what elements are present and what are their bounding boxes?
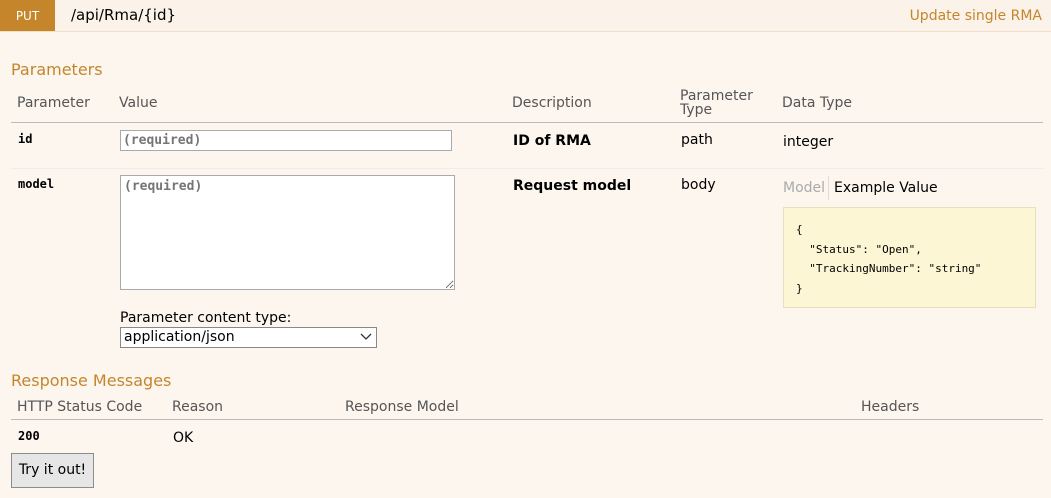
param-name-id: id	[18, 132, 33, 146]
col-description: Description	[512, 95, 592, 111]
content-type-select[interactable]: application/json	[120, 327, 377, 348]
parameters-title: Parameters	[11, 60, 103, 79]
model-textarea[interactable]	[120, 175, 455, 290]
example-value-box[interactable]: { "Status": "Open", "TrackingNumber": "s…	[783, 207, 1036, 308]
operation-summary[interactable]: Update single RMA	[910, 8, 1042, 24]
content-type-label: Parameter content type:	[120, 310, 292, 326]
col-data-type: Data Type	[782, 95, 853, 111]
row-divider	[11, 168, 1043, 169]
param-name-model: model	[18, 177, 55, 191]
col-parameter-type: Parameter Type	[680, 88, 753, 118]
model-tab[interactable]: Model	[783, 180, 825, 196]
col-parameter: Parameter	[17, 95, 90, 111]
http-method-badge[interactable]: PUT	[0, 0, 55, 31]
endpoint-path[interactable]: /api/Rma/{id}	[71, 6, 176, 24]
col-response-model: Response Model	[345, 399, 459, 415]
param-type-id: path	[681, 132, 713, 148]
example-value-tab[interactable]: Example Value	[834, 180, 938, 196]
try-it-out-button[interactable]: Try it out!	[11, 453, 94, 488]
param-description-model: Request model	[513, 178, 632, 194]
param-description-id: ID of RMA	[513, 133, 591, 149]
param-type-model: body	[681, 177, 716, 193]
id-input[interactable]	[120, 130, 452, 151]
content-type-value: application/json	[124, 329, 235, 345]
col-http-status-code: HTTP Status Code	[17, 399, 143, 415]
tab-separator	[828, 176, 829, 200]
chevron-down-icon	[360, 333, 372, 340]
col-value: Value	[119, 95, 158, 111]
col-headers: Headers	[861, 399, 920, 415]
response-reason-ok: OK	[173, 430, 194, 446]
col-reason: Reason	[172, 399, 224, 415]
responses-header-rule	[11, 419, 1043, 420]
operation-header[interactable]: PUT /api/Rma/{id} Update single RMA	[0, 0, 1051, 32]
response-messages-title: Response Messages	[11, 371, 172, 390]
parameters-header-rule	[11, 122, 1043, 123]
data-type-id: integer	[783, 134, 834, 150]
response-status-200: 200	[18, 429, 40, 443]
